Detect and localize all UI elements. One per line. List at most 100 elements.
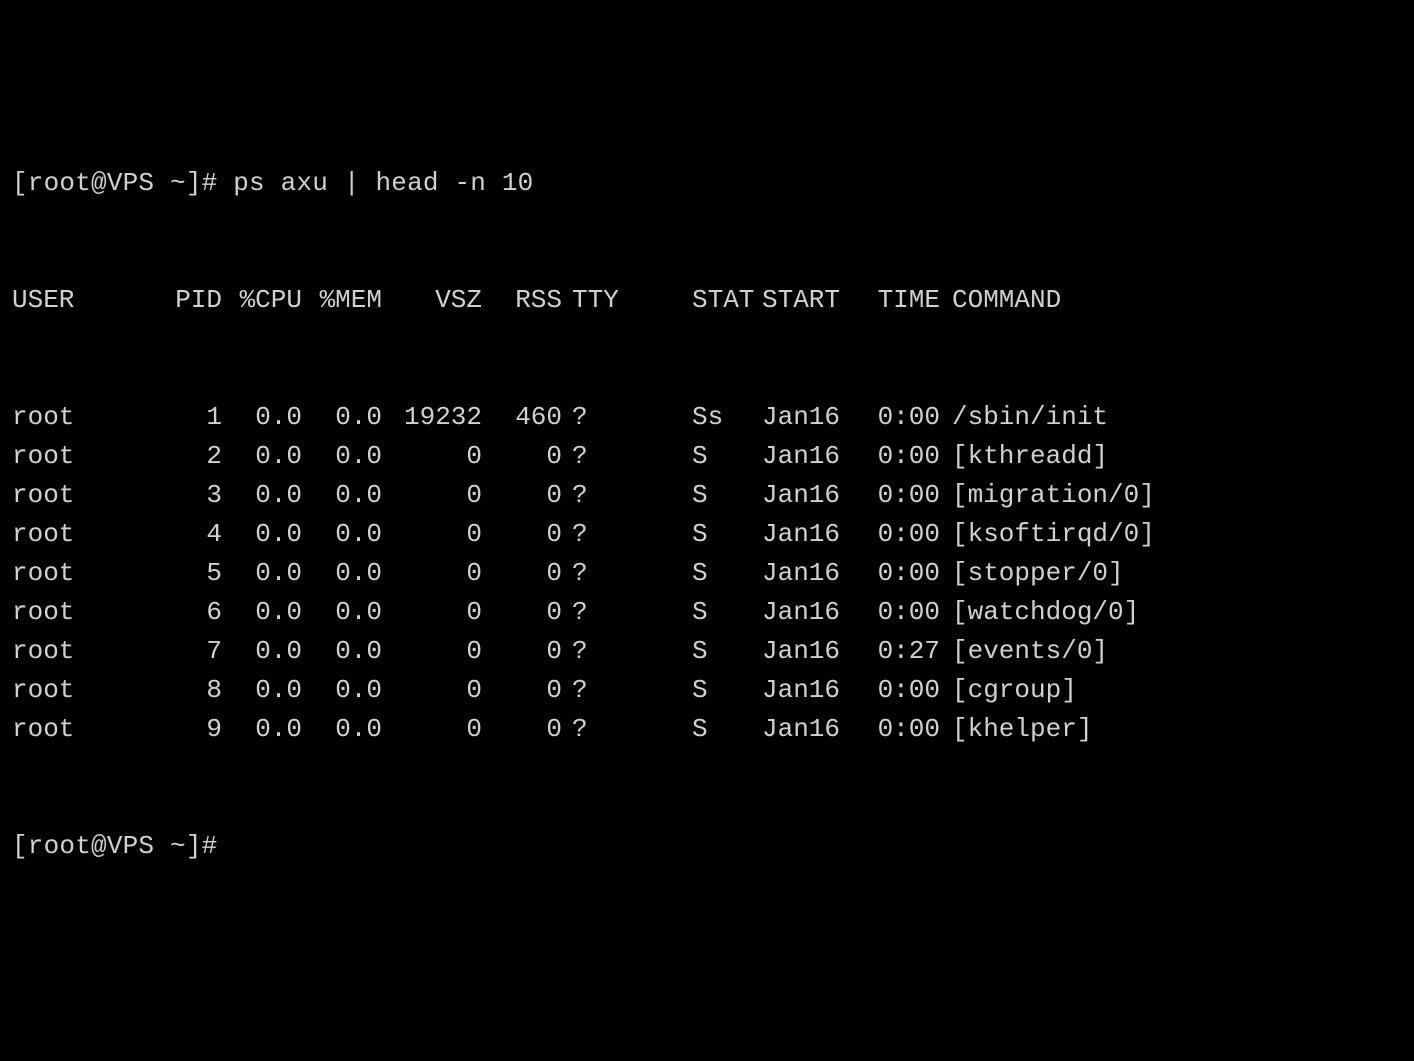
ps-rows: root10.00.019232460?SsJan160:00/sbin/ini…	[12, 398, 1414, 749]
table-row: root40.00.000?SJan160:00[ksoftirqd/0]	[12, 515, 1414, 554]
cell-cpu: 0.0	[222, 554, 302, 593]
cell-mem: 0.0	[302, 593, 382, 632]
cell-pid: 3	[162, 476, 222, 515]
cell-mem: 0.0	[302, 710, 382, 749]
cell-vsz: 0	[382, 632, 482, 671]
cell-stat: S	[692, 671, 762, 710]
cell-command: [stopper/0]	[952, 554, 1414, 593]
cell-time: 0:00	[862, 710, 952, 749]
cell-stat: S	[692, 515, 762, 554]
cell-pid: 1	[162, 398, 222, 437]
cell-tty: ?	[562, 671, 602, 710]
cell-gap	[602, 515, 692, 554]
cell-rss: 0	[482, 632, 562, 671]
cell-stat: S	[692, 593, 762, 632]
cell-gap	[602, 671, 692, 710]
cell-gap	[602, 632, 692, 671]
cell-rss: 0	[482, 593, 562, 632]
cell-user: root	[12, 476, 162, 515]
cell-time: 0:00	[862, 398, 952, 437]
cell-gap	[602, 710, 692, 749]
col-header-tty: TTY	[562, 281, 602, 320]
col-header-stat: STAT	[692, 281, 762, 320]
cell-mem: 0.0	[302, 437, 382, 476]
cell-gap	[602, 398, 692, 437]
cell-mem: 0.0	[302, 515, 382, 554]
cell-pid: 8	[162, 671, 222, 710]
cell-start: Jan16	[762, 476, 862, 515]
cell-start: Jan16	[762, 515, 862, 554]
cell-start: Jan16	[762, 398, 862, 437]
cell-command: [migration/0]	[952, 476, 1414, 515]
cell-user: root	[12, 398, 162, 437]
cell-cpu: 0.0	[222, 671, 302, 710]
shell-prompt-idle[interactable]: [root@VPS ~]#	[12, 827, 1414, 866]
cell-user: root	[12, 671, 162, 710]
table-row: root30.00.000?SJan160:00[migration/0]	[12, 476, 1414, 515]
cell-tty: ?	[562, 398, 602, 437]
cell-user: root	[12, 632, 162, 671]
table-row: root50.00.000?SJan160:00[stopper/0]	[12, 554, 1414, 593]
col-header-time: TIME	[862, 281, 952, 320]
cell-pid: 7	[162, 632, 222, 671]
cell-pid: 9	[162, 710, 222, 749]
cell-stat: S	[692, 437, 762, 476]
cell-user: root	[12, 437, 162, 476]
cell-time: 0:00	[862, 515, 952, 554]
cell-gap	[602, 593, 692, 632]
cell-pid: 4	[162, 515, 222, 554]
table-row: root60.00.000?SJan160:00[watchdog/0]	[12, 593, 1414, 632]
cell-stat: Ss	[692, 398, 762, 437]
cell-rss: 0	[482, 671, 562, 710]
cell-cpu: 0.0	[222, 398, 302, 437]
cell-vsz: 0	[382, 554, 482, 593]
cell-pid: 2	[162, 437, 222, 476]
cell-cpu: 0.0	[222, 710, 302, 749]
cell-vsz: 0	[382, 437, 482, 476]
cell-command: [events/0]	[952, 632, 1414, 671]
cell-rss: 0	[482, 476, 562, 515]
cell-tty: ?	[562, 437, 602, 476]
col-header-cpu: %CPU	[222, 281, 302, 320]
cell-mem: 0.0	[302, 671, 382, 710]
cell-time: 0:00	[862, 671, 952, 710]
cell-rss: 460	[482, 398, 562, 437]
table-row: root70.00.000?SJan160:27[events/0]	[12, 632, 1414, 671]
cell-cpu: 0.0	[222, 632, 302, 671]
cell-time: 0:00	[862, 593, 952, 632]
cell-stat: S	[692, 476, 762, 515]
cell-start: Jan16	[762, 632, 862, 671]
cell-time: 0:00	[862, 437, 952, 476]
cell-command: /sbin/init	[952, 398, 1414, 437]
col-header-rss: RSS	[482, 281, 562, 320]
cell-gap	[602, 437, 692, 476]
cell-pid: 5	[162, 554, 222, 593]
col-header-vsz: VSZ	[382, 281, 482, 320]
cell-vsz: 0	[382, 476, 482, 515]
cell-mem: 0.0	[302, 554, 382, 593]
cell-command: [ksoftirqd/0]	[952, 515, 1414, 554]
cell-rss: 0	[482, 515, 562, 554]
cell-rss: 0	[482, 554, 562, 593]
table-row: root90.00.000?SJan160:00[khelper]	[12, 710, 1414, 749]
cell-pid: 6	[162, 593, 222, 632]
cell-command: [watchdog/0]	[952, 593, 1414, 632]
cell-tty: ?	[562, 710, 602, 749]
col-header-mem: %MEM	[302, 281, 382, 320]
cell-mem: 0.0	[302, 398, 382, 437]
cell-command: [kthreadd]	[952, 437, 1414, 476]
cell-user: root	[12, 515, 162, 554]
col-header-pid: PID	[162, 281, 222, 320]
cell-user: root	[12, 593, 162, 632]
cell-command: [khelper]	[952, 710, 1414, 749]
cell-stat: S	[692, 554, 762, 593]
cell-command: [cgroup]	[952, 671, 1414, 710]
cell-vsz: 0	[382, 593, 482, 632]
cell-rss: 0	[482, 710, 562, 749]
cell-stat: S	[692, 632, 762, 671]
cell-start: Jan16	[762, 710, 862, 749]
cell-start: Jan16	[762, 437, 862, 476]
cell-mem: 0.0	[302, 632, 382, 671]
cell-cpu: 0.0	[222, 437, 302, 476]
cell-cpu: 0.0	[222, 476, 302, 515]
